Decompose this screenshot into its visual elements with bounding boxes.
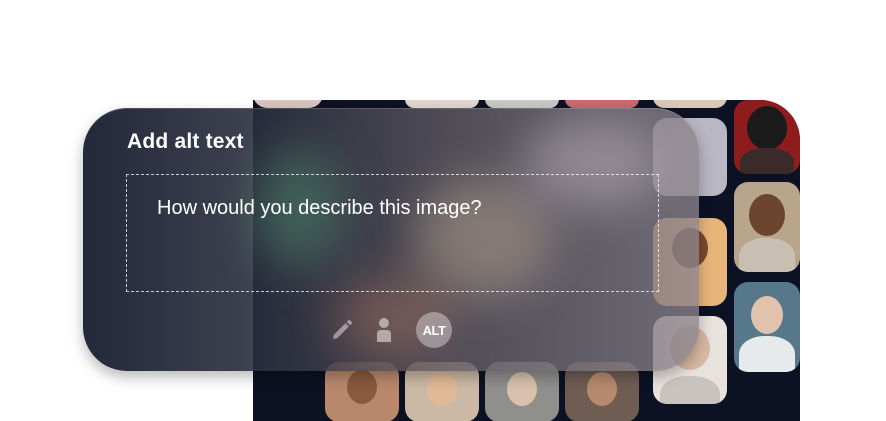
alt-text-input[interactable]: How would you describe this image? [126, 174, 659, 292]
pencil-icon [333, 319, 353, 339]
dialog-toolbar: ALT [83, 311, 699, 349]
person-icon [377, 318, 391, 342]
edit-button[interactable] [328, 311, 356, 349]
person-button[interactable] [372, 311, 396, 349]
photo-tile[interactable] [485, 100, 559, 108]
alt-icon[interactable]: ALT [416, 312, 452, 348]
photo-tile[interactable] [734, 282, 800, 372]
photo-tile[interactable] [653, 100, 727, 108]
photo-tile[interactable] [734, 182, 800, 272]
photo-tile[interactable] [565, 100, 639, 108]
input-placeholder: How would you describe this image? [157, 197, 482, 219]
photo-tile[interactable] [734, 100, 800, 174]
photo-tile[interactable] [405, 100, 479, 108]
alt-text-dialog: Add alt text How would you describe this… [83, 108, 699, 371]
dialog-title: Add alt text [127, 130, 244, 153]
photo-tile[interactable] [253, 100, 323, 108]
